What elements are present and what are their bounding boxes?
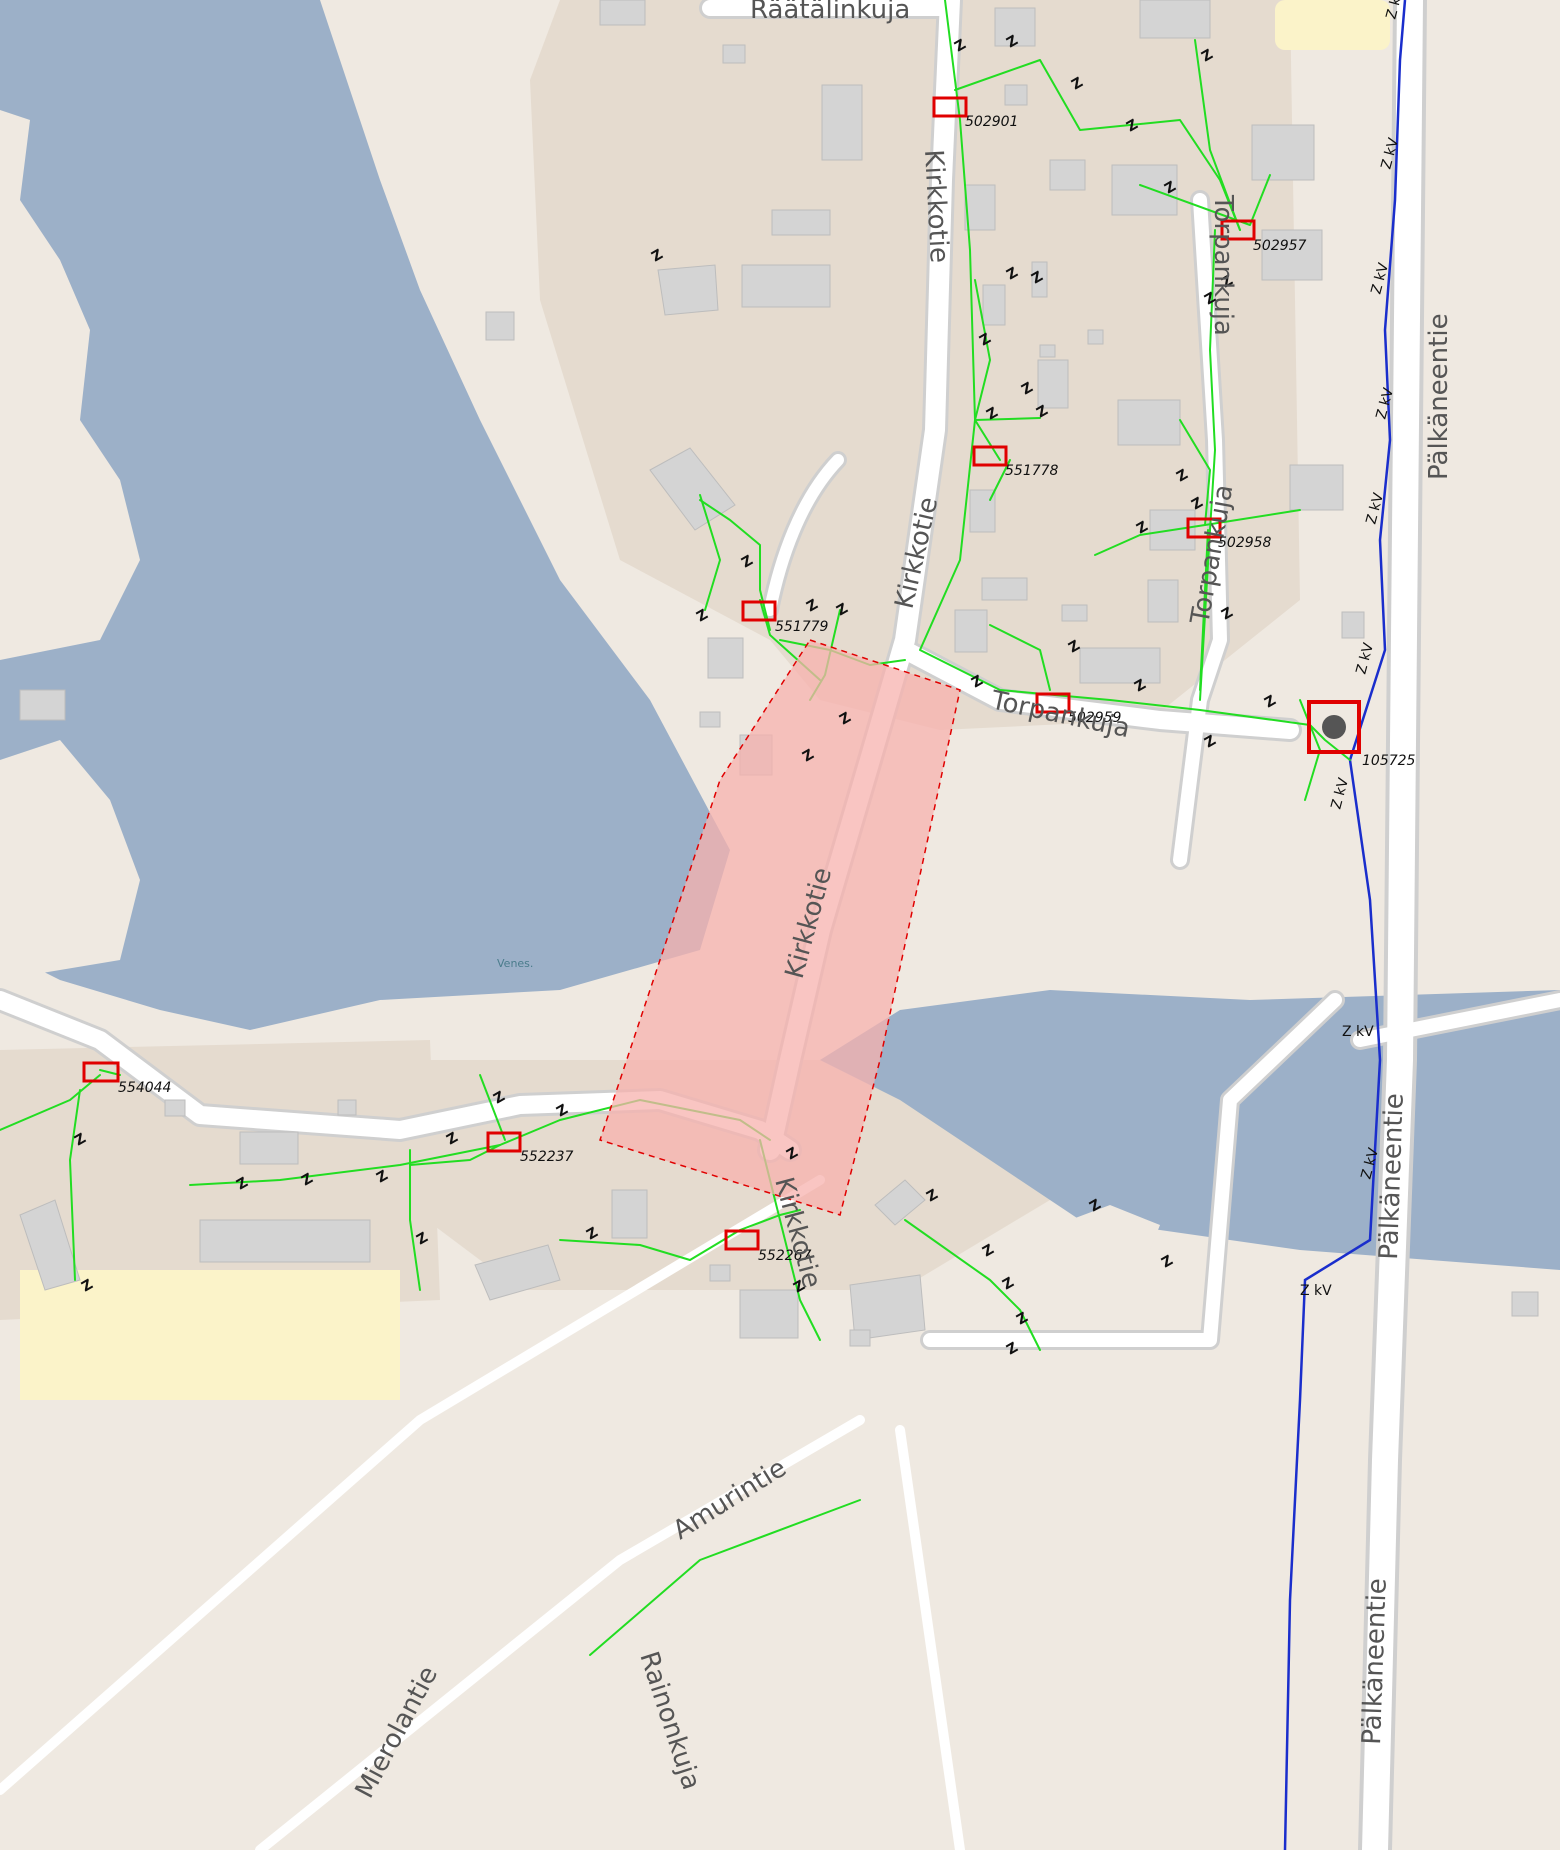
street-palkaneentie-1: Pälkäneentie	[1424, 313, 1454, 480]
street-palkaneentie-3: Pälkäneentie	[1357, 1578, 1393, 1746]
street-palkaneentie-2: Pälkäneentie	[1374, 1093, 1410, 1261]
svg-text:502957: 502957	[1253, 238, 1307, 254]
water-label-venes: Venes.	[497, 957, 533, 970]
svg-text:554044: 554044	[118, 1080, 171, 1096]
map-canvas[interactable]: 502901 502957 551778 502958 551779 50295…	[0, 0, 1560, 1850]
street-kirkkotie-1: Kirkkotie	[918, 149, 954, 264]
svg-text:551779: 551779	[775, 619, 829, 635]
svg-text:552237: 552237	[520, 1149, 574, 1165]
street-torpankuja-1: Torpankuja	[1208, 194, 1238, 336]
mv-marker: Z kV	[1300, 1283, 1332, 1299]
svg-text:502901: 502901	[965, 114, 1018, 130]
station-105725-icon	[1322, 715, 1346, 739]
mv-marker: Z kV	[1342, 1024, 1374, 1040]
svg-text:551778: 551778	[1005, 463, 1059, 479]
street-raatalinkuja: Räätälinkuja	[750, 0, 910, 25]
svg-text:105725: 105725	[1362, 753, 1416, 769]
